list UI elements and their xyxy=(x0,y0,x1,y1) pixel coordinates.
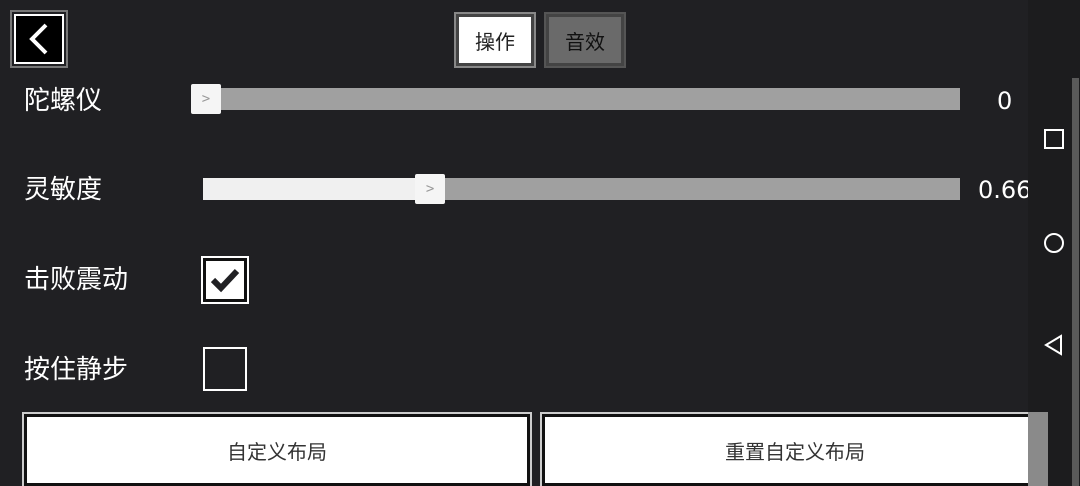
tab-operation[interactable]: 操作 xyxy=(454,12,536,68)
gyroscope-value: 0 xyxy=(997,87,1013,115)
sensitivity-slider-fill xyxy=(203,178,428,200)
checkmark-icon xyxy=(210,268,240,293)
chevron-left-icon xyxy=(29,23,48,55)
sensitivity-value: 0.66 xyxy=(978,176,1032,204)
defeat-vibration-checkbox[interactable] xyxy=(201,256,249,304)
gyroscope-slider-thumb[interactable]: > xyxy=(191,84,221,114)
button-edge xyxy=(1028,412,1048,486)
sensitivity-slider-thumb[interactable]: > xyxy=(415,174,446,204)
scrollbar[interactable] xyxy=(1072,78,1079,486)
hold-silent-step-checkbox[interactable] xyxy=(203,347,247,391)
back-button[interactable] xyxy=(14,14,64,64)
circle-icon[interactable] xyxy=(1043,232,1065,254)
hold-silent-step-label: 按住静步 xyxy=(24,355,129,385)
reset-custom-layout-button[interactable]: 重置自定义布局 xyxy=(540,412,1050,486)
sensitivity-slider[interactable] xyxy=(203,178,960,200)
tab-sound-effects[interactable]: 音效 xyxy=(544,12,626,68)
sensitivity-label: 灵敏度 xyxy=(24,175,103,205)
gyroscope-label: 陀螺仪 xyxy=(24,86,103,116)
triangle-back-icon[interactable] xyxy=(1043,334,1065,356)
custom-layout-button[interactable]: 自定义布局 xyxy=(22,412,532,486)
square-icon[interactable] xyxy=(1043,128,1065,150)
defeat-vibration-label: 击败震动 xyxy=(24,265,129,295)
gyroscope-slider[interactable] xyxy=(203,88,960,110)
